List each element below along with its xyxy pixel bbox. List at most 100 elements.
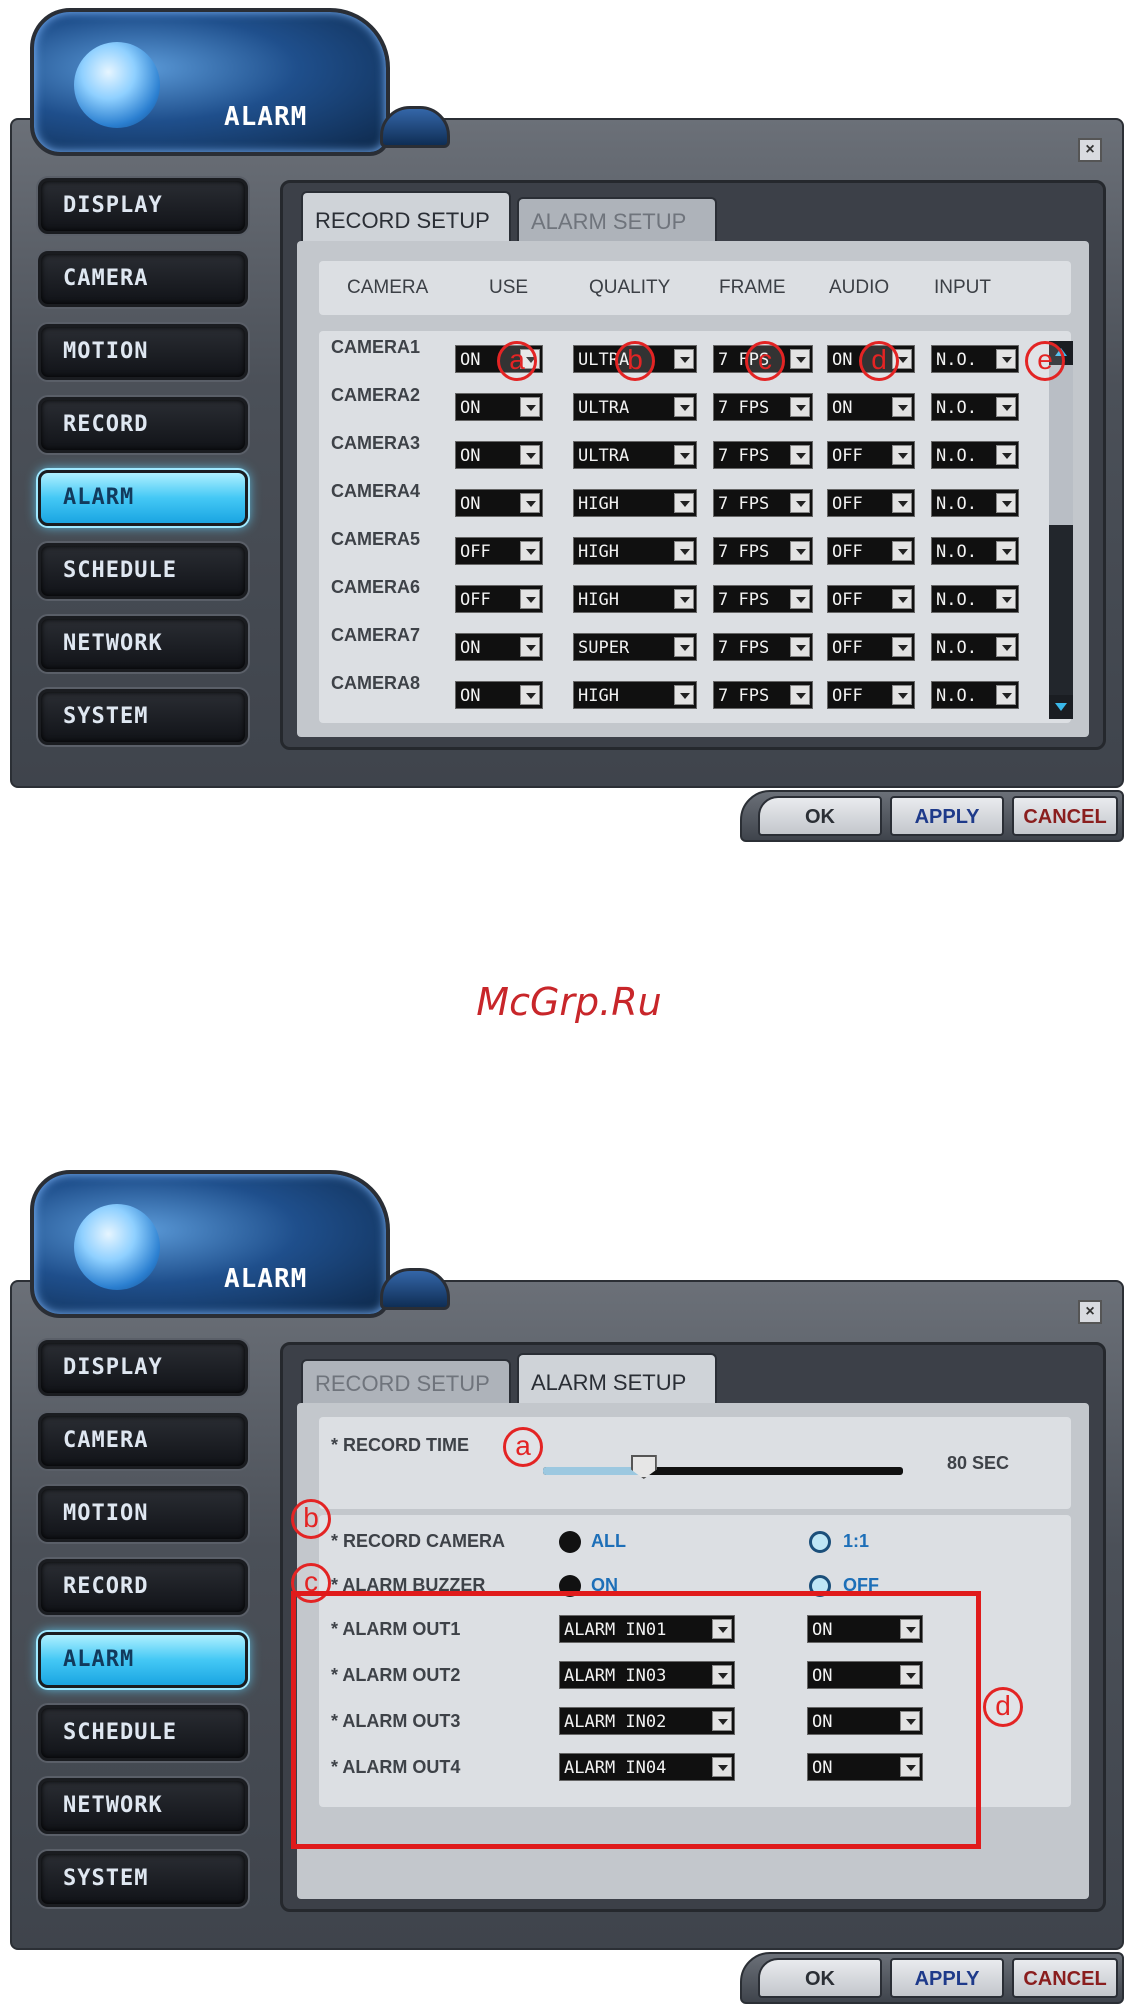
close-icon[interactable]: × <box>1078 138 1102 162</box>
chevron-down-icon[interactable] <box>996 541 1016 561</box>
sidebar-item-camera[interactable]: CAMERA <box>38 251 248 307</box>
sidebar-item-camera[interactable]: CAMERA <box>38 1413 248 1469</box>
apply-button[interactable]: APPLY <box>890 1958 1004 1998</box>
quality-select[interactable]: ULTRA <box>573 393 697 421</box>
chevron-down-icon[interactable] <box>892 397 912 417</box>
chevron-down-icon[interactable] <box>790 589 810 609</box>
audio-select[interactable]: OFF <box>827 489 915 517</box>
use-select[interactable]: ON <box>455 393 543 421</box>
frame-select[interactable]: 7 FPS <box>713 537 813 565</box>
radio-one-to-one[interactable] <box>809 1531 831 1553</box>
chevron-down-icon[interactable] <box>996 685 1016 705</box>
frame-select[interactable]: 7 FPS <box>713 393 813 421</box>
frame-select[interactable]: 7 FPS <box>713 633 813 661</box>
use-select[interactable]: ON <box>455 489 543 517</box>
chevron-down-icon[interactable] <box>790 685 810 705</box>
frame-select[interactable]: 7 FPS <box>713 489 813 517</box>
chevron-down-icon[interactable] <box>674 445 694 465</box>
chevron-down-icon[interactable] <box>674 637 694 657</box>
sidebar-item-alarm[interactable]: ALARM <box>38 1632 248 1688</box>
record-time-slider[interactable] <box>543 1455 903 1479</box>
chevron-down-icon[interactable] <box>520 685 540 705</box>
chevron-down-icon[interactable] <box>996 349 1016 369</box>
chevron-down-icon[interactable] <box>790 397 810 417</box>
close-icon[interactable]: × <box>1078 1300 1102 1324</box>
input-select[interactable]: N.O. <box>931 537 1019 565</box>
sidebar-item-motion[interactable]: MOTION <box>38 1486 248 1542</box>
tab-record-setup[interactable]: RECORD SETUP <box>301 191 511 243</box>
input-select[interactable]: N.O. <box>931 441 1019 469</box>
chevron-down-icon[interactable] <box>790 349 810 369</box>
sidebar-item-motion[interactable]: MOTION <box>38 324 248 380</box>
apply-button[interactable]: APPLY <box>890 796 1004 836</box>
sidebar-item-system[interactable]: SYSTEM <box>38 1851 248 1907</box>
chevron-down-icon[interactable] <box>674 349 694 369</box>
chevron-down-icon[interactable] <box>892 637 912 657</box>
chevron-down-icon[interactable] <box>674 589 694 609</box>
tab-alarm-setup[interactable]: ALARM SETUP <box>517 1353 717 1405</box>
sidebar-item-display[interactable]: DISPLAY <box>38 1340 248 1396</box>
sidebar-item-system[interactable]: SYSTEM <box>38 689 248 745</box>
chevron-down-icon[interactable] <box>892 445 912 465</box>
tab-record-setup[interactable]: RECORD SETUP <box>301 1359 511 1405</box>
input-select[interactable]: N.O. <box>931 681 1019 709</box>
tab-alarm-setup[interactable]: ALARM SETUP <box>517 197 717 243</box>
chevron-down-icon[interactable] <box>674 397 694 417</box>
cancel-button[interactable]: CANCEL <box>1012 1958 1118 1998</box>
audio-select[interactable]: OFF <box>827 537 915 565</box>
sidebar-item-record[interactable]: RECORD <box>38 397 248 453</box>
chevron-down-icon[interactable] <box>790 445 810 465</box>
chevron-down-icon[interactable] <box>520 397 540 417</box>
use-select[interactable]: ON <box>455 633 543 661</box>
audio-select[interactable]: OFF <box>827 633 915 661</box>
vertical-scrollbar[interactable] <box>1049 341 1073 719</box>
chevron-down-icon[interactable] <box>892 589 912 609</box>
chevron-down-icon[interactable] <box>790 541 810 561</box>
audio-select[interactable]: OFF <box>827 441 915 469</box>
chevron-down-icon[interactable] <box>520 541 540 561</box>
chevron-down-icon[interactable] <box>996 493 1016 513</box>
use-select[interactable]: ON <box>455 681 543 709</box>
frame-select[interactable]: 7 FPS <box>713 585 813 613</box>
quality-select[interactable]: ULTRA <box>573 441 697 469</box>
cancel-button[interactable]: CANCEL <box>1012 796 1118 836</box>
sidebar-item-record[interactable]: RECORD <box>38 1559 248 1615</box>
sidebar-item-display[interactable]: DISPLAY <box>38 178 248 234</box>
use-select[interactable]: OFF <box>455 537 543 565</box>
quality-select[interactable]: HIGH <box>573 489 697 517</box>
scrollbar-thumb[interactable] <box>1049 365 1073 525</box>
chevron-down-icon[interactable] <box>520 493 540 513</box>
chevron-down-icon[interactable] <box>892 541 912 561</box>
chevron-down-icon[interactable] <box>892 685 912 705</box>
audio-select[interactable]: OFF <box>827 681 915 709</box>
sidebar-item-network[interactable]: NETWORK <box>38 616 248 672</box>
chevron-down-icon[interactable] <box>674 685 694 705</box>
quality-select[interactable]: SUPER <box>573 633 697 661</box>
use-select[interactable]: ON <box>455 441 543 469</box>
input-select[interactable]: N.O. <box>931 633 1019 661</box>
chevron-down-icon[interactable] <box>520 637 540 657</box>
radio-all[interactable] <box>559 1531 581 1553</box>
chevron-down-icon[interactable] <box>674 541 694 561</box>
input-select[interactable]: N.O. <box>931 585 1019 613</box>
frame-select[interactable]: 7 FPS <box>713 441 813 469</box>
input-select[interactable]: N.O. <box>931 345 1019 373</box>
sidebar-item-schedule[interactable]: SCHEDULE <box>38 1705 248 1761</box>
use-select[interactable]: OFF <box>455 585 543 613</box>
chevron-down-icon[interactable] <box>790 637 810 657</box>
sidebar-item-schedule[interactable]: SCHEDULE <box>38 543 248 599</box>
frame-select[interactable]: 7 FPS <box>713 681 813 709</box>
chevron-down-icon[interactable] <box>790 493 810 513</box>
chevron-down-icon[interactable] <box>996 589 1016 609</box>
chevron-down-icon[interactable] <box>996 637 1016 657</box>
chevron-down-icon[interactable] <box>996 445 1016 465</box>
input-select[interactable]: N.O. <box>931 489 1019 517</box>
quality-select[interactable]: HIGH <box>573 585 697 613</box>
scroll-down-icon[interactable] <box>1049 695 1073 719</box>
ok-button[interactable]: OK <box>758 1958 882 1998</box>
input-select[interactable]: N.O. <box>931 393 1019 421</box>
ok-button[interactable]: OK <box>758 796 882 836</box>
chevron-down-icon[interactable] <box>996 397 1016 417</box>
audio-select[interactable]: OFF <box>827 585 915 613</box>
chevron-down-icon[interactable] <box>674 493 694 513</box>
